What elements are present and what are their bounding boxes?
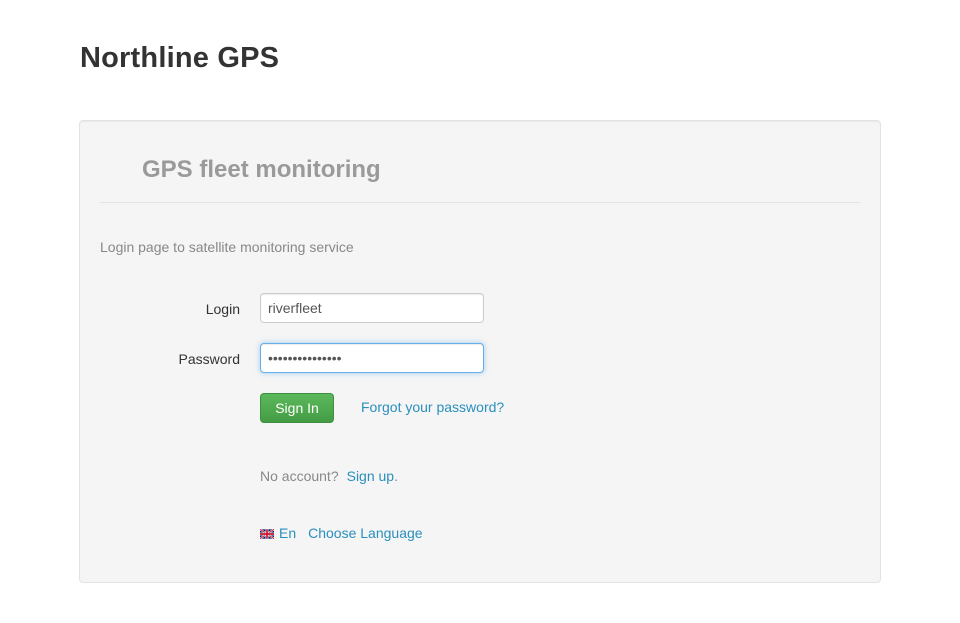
current-language-link[interactable]: En [279, 525, 296, 541]
language-row: En Choose Language [260, 525, 423, 541]
panel-title: GPS fleet monitoring [142, 156, 381, 183]
no-account-row: No account? Sign up. [260, 468, 398, 484]
password-input[interactable] [260, 343, 484, 373]
brand-title: Northline GPS [80, 42, 280, 74]
password-label: Password [178, 351, 240, 367]
no-account-text: No account? [260, 468, 339, 484]
login-input[interactable] [260, 293, 484, 323]
choose-language-link[interactable]: Choose Language [308, 525, 422, 541]
login-label: Login [205, 301, 240, 317]
sign-up-link[interactable]: Sign up [347, 468, 394, 484]
forgot-password-link[interactable]: Forgot your password? [361, 399, 504, 415]
login-panel: GPS fleet monitoring Login page to satel… [79, 120, 881, 583]
intro-text: Login page to satellite monitoring servi… [100, 239, 354, 255]
sign-in-button[interactable]: Sign In [260, 393, 334, 423]
sign-up-suffix: . [394, 468, 398, 484]
panel-divider [100, 202, 860, 203]
uk-flag-icon [260, 529, 274, 539]
